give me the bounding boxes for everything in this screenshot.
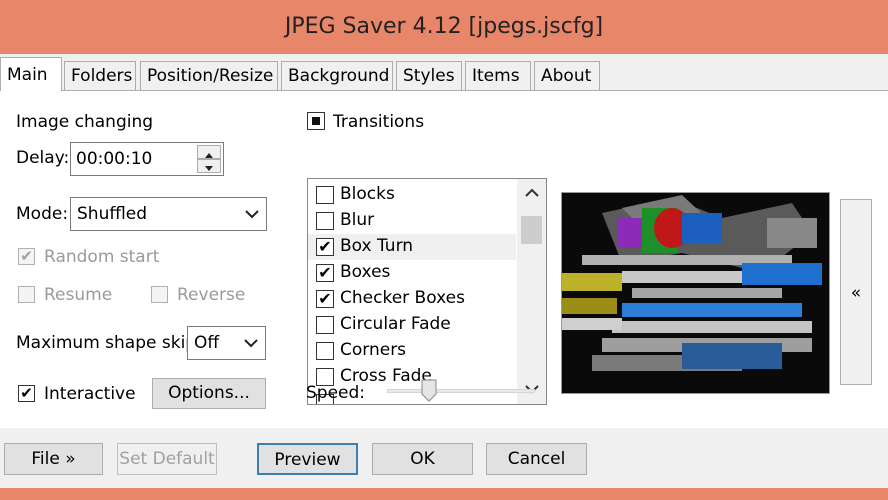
delay-spin-down-button[interactable] xyxy=(197,159,221,173)
list-item-checkbox[interactable] xyxy=(316,212,334,230)
preview-button[interactable]: Preview xyxy=(257,443,358,475)
resume-checkbox[interactable] xyxy=(18,286,35,303)
list-item[interactable]: Corners xyxy=(308,338,516,364)
list-item-label: Circular Fade xyxy=(340,314,451,334)
window-title: JPEG Saver 4.12 [jpegs.jscfg] xyxy=(0,0,888,54)
delay-value[interactable]: 00:00:10 xyxy=(76,149,152,169)
list-item-label: Blocks xyxy=(340,184,395,204)
list-item-label: Blur xyxy=(340,210,375,230)
image-changing-heading: Image changing xyxy=(16,112,154,132)
resume-label: Resume xyxy=(44,285,113,305)
transition-preview-image xyxy=(561,192,830,394)
list-item[interactable]: Blur xyxy=(308,208,516,234)
interactive-label: Interactive xyxy=(44,384,136,404)
random-start-label: Random start xyxy=(44,247,160,267)
transitions-heading: Transitions xyxy=(333,112,425,132)
max-shape-skip-label: Maximum shape skip: xyxy=(16,333,202,353)
tab-about[interactable]: About xyxy=(534,61,600,90)
list-item[interactable]: Blocks xyxy=(308,182,516,208)
list-item-label: Box Turn xyxy=(340,236,414,256)
list-item-checkbox[interactable]: ✔ xyxy=(316,238,334,256)
main-tab-panel: Image changing Delay: 00:00:10 Mode: Shu… xyxy=(0,90,888,428)
transitions-list[interactable]: Blocks Blur ✔ Box Turn ✔ Boxes ✔ Checker… xyxy=(307,178,547,405)
preview-image xyxy=(562,193,829,393)
list-item-checkbox[interactable]: ✔ xyxy=(316,264,334,282)
transitions-checkbox[interactable] xyxy=(307,112,325,130)
ok-button[interactable]: OK xyxy=(372,443,473,475)
list-item-checkbox[interactable] xyxy=(316,316,334,334)
speed-slider-thumb[interactable] xyxy=(421,379,437,403)
tab-position-resize[interactable]: Position/Resize xyxy=(140,61,278,90)
list-item-checkbox[interactable] xyxy=(316,342,334,360)
interactive-checkbox[interactable]: ✔ xyxy=(18,385,35,402)
list-scrollbar[interactable] xyxy=(517,179,546,404)
window-bottom-border xyxy=(0,488,888,500)
tab-main[interactable]: Main xyxy=(0,57,62,91)
reverse-label: Reverse xyxy=(177,285,246,305)
max-shape-skip-select[interactable]: Off xyxy=(187,326,266,360)
random-start-checkbox[interactable]: ✔ xyxy=(18,248,35,265)
chevron-down-icon xyxy=(244,339,258,348)
reverse-checkbox[interactable] xyxy=(151,286,168,303)
set-default-button[interactable]: Set Default xyxy=(117,443,217,475)
list-item-label: Checker Boxes xyxy=(340,288,465,308)
list-item-label: Corners xyxy=(340,340,407,360)
speed-slider-track[interactable] xyxy=(387,389,535,393)
file-menu-button[interactable]: File » xyxy=(4,443,103,475)
dialog-client-area: Main Folders Position/Resize Background … xyxy=(0,54,888,488)
delay-spin-up-button[interactable] xyxy=(197,145,221,159)
list-item[interactable]: Circular Fade xyxy=(308,312,516,338)
max-shape-skip-value: Off xyxy=(194,333,220,353)
speed-label: Speed: xyxy=(306,383,366,403)
mode-label: Mode: xyxy=(16,204,69,224)
scrollbar-thumb[interactable] xyxy=(521,216,542,244)
list-item-label: Boxes xyxy=(340,262,391,282)
list-item[interactable]: ✔ Checker Boxes xyxy=(308,286,516,312)
tab-items[interactable]: Items xyxy=(465,61,531,90)
list-item[interactable]: ✔ Boxes xyxy=(308,260,516,286)
options-button[interactable]: Options... xyxy=(152,378,266,409)
mode-value: Shuffled xyxy=(77,204,148,224)
tab-background[interactable]: Background xyxy=(281,61,393,90)
delay-spinbox[interactable]: 00:00:10 xyxy=(70,142,224,176)
chevron-down-icon xyxy=(245,210,259,219)
tab-folders[interactable]: Folders xyxy=(64,61,136,90)
list-item-checkbox[interactable]: ✔ xyxy=(316,290,334,308)
tab-styles[interactable]: Styles xyxy=(396,61,462,90)
chevron-up-icon[interactable] xyxy=(524,187,540,199)
collapse-preview-button[interactable]: « xyxy=(840,199,872,385)
cancel-button[interactable]: Cancel xyxy=(486,443,587,475)
list-item-selected[interactable]: ✔ Box Turn xyxy=(308,234,516,260)
mode-select[interactable]: Shuffled xyxy=(70,197,267,231)
delay-label: Delay: xyxy=(16,148,70,168)
chevron-down-icon xyxy=(205,166,213,171)
indeterminate-mark xyxy=(312,117,320,125)
list-item-checkbox[interactable] xyxy=(316,186,334,204)
